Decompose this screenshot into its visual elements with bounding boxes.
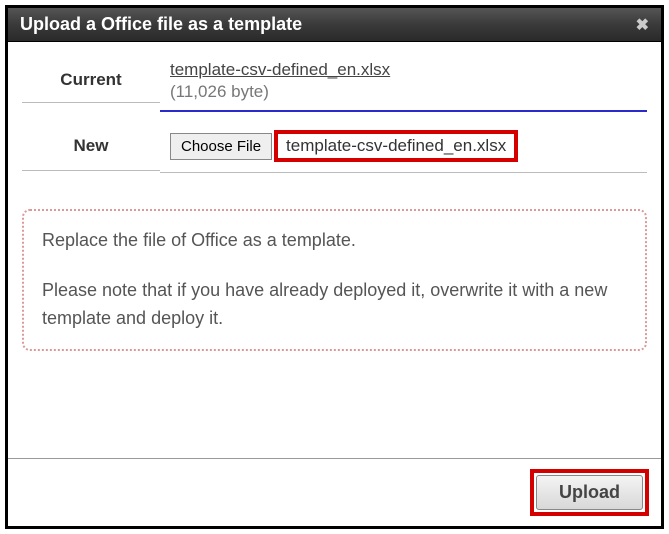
dialog-footer: Upload — [8, 458, 661, 526]
chosen-file-highlight: template-csv-defined_en.xlsx — [274, 130, 518, 162]
dialog-window: Upload a Office file as a template ✖ Cur… — [5, 5, 664, 529]
new-value: Choose File template-csv-defined_en.xlsx — [160, 130, 647, 173]
close-icon[interactable]: ✖ — [636, 15, 649, 35]
new-label: New — [22, 132, 160, 171]
new-row: New Choose File template-csv-defined_en.… — [22, 130, 647, 173]
chosen-file-name: template-csv-defined_en.xlsx — [286, 136, 506, 155]
current-file-link[interactable]: template-csv-defined_en.xlsx — [170, 60, 390, 79]
current-row: Current template-csv-defined_en.xlsx (11… — [22, 60, 647, 112]
dialog-titlebar: Upload a Office file as a template ✖ — [8, 8, 661, 42]
info-line-2: Please note that if you have already dep… — [42, 277, 627, 333]
choose-file-button[interactable]: Choose File — [170, 133, 272, 160]
info-box: Replace the file of Office as a template… — [22, 209, 647, 351]
upload-highlight: Upload — [530, 469, 649, 516]
upload-button[interactable]: Upload — [536, 475, 643, 510]
current-label: Current — [22, 60, 160, 103]
dialog-title: Upload a Office file as a template — [20, 14, 302, 35]
current-value: template-csv-defined_en.xlsx (11,026 byt… — [160, 60, 647, 112]
info-line-1: Replace the file of Office as a template… — [42, 227, 627, 255]
current-file-size: (11,026 byte) — [170, 82, 647, 102]
dialog-body: Current template-csv-defined_en.xlsx (11… — [8, 42, 661, 458]
